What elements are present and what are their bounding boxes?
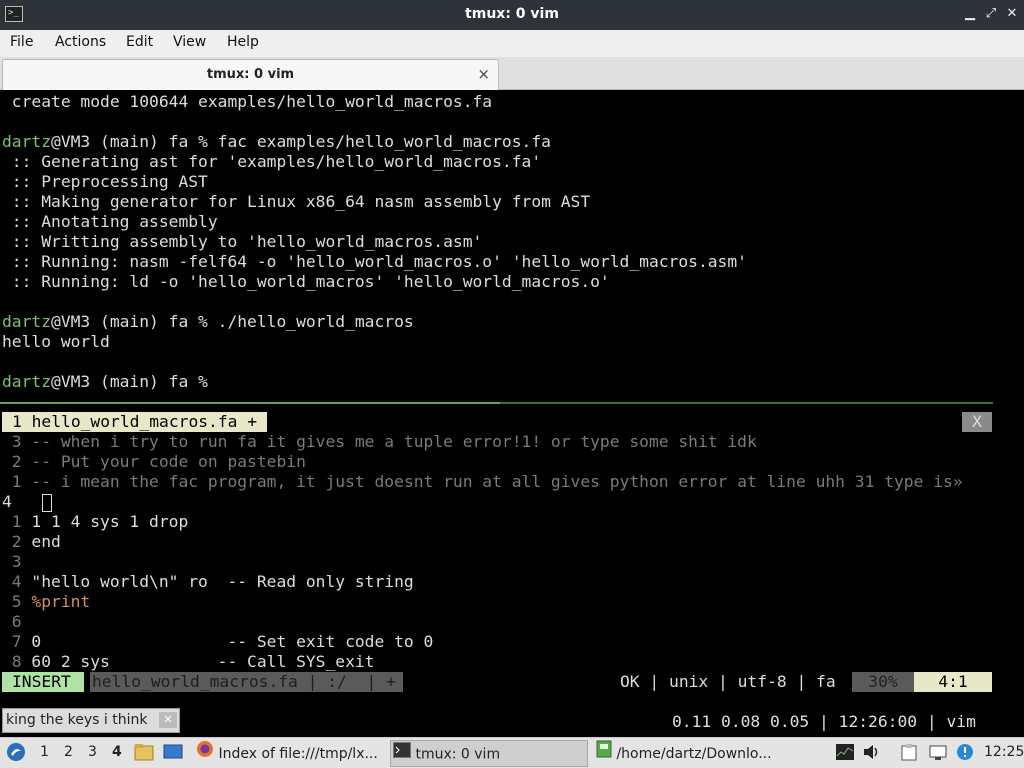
cpu-monitor-icon[interactable] <box>835 743 855 765</box>
maximize-icon[interactable]: ⤢ <box>983 5 999 23</box>
vim-line: 3 <box>2 552 22 571</box>
vim-line: 7 0 -- Set exit code to 0 <box>2 632 434 651</box>
shell-line: dartz@VM3 (main) fa % <box>2 372 208 391</box>
vim-mode-indicator: INSERT <box>2 672 84 692</box>
shell-line: :: Generating ast for 'examples/hello_wo… <box>2 152 542 171</box>
file-manager-icon[interactable] <box>134 743 154 765</box>
tab-close-icon[interactable]: × <box>477 65 490 83</box>
firefox-icon <box>196 740 214 767</box>
vim-line: 6 <box>2 612 22 631</box>
shell-line: :: Making generator for Linux x86_64 nas… <box>2 192 591 211</box>
vim-status-percent: 30% <box>852 672 914 692</box>
shell-line: create mode 100644 examples/hello_world_… <box>2 92 493 111</box>
vim-close-button[interactable]: X <box>962 412 992 432</box>
pane-separator[interactable] <box>0 402 993 404</box>
workspace-3[interactable]: 3 <box>88 744 97 760</box>
vim-line: 1 -- i mean the fac program, it just doe… <box>2 472 963 491</box>
shell-line: hello world <box>2 332 110 351</box>
notification-close-icon[interactable]: ✕ <box>159 712 177 728</box>
tab-tmux[interactable]: tmux: 0 vim × <box>2 59 499 90</box>
vim-line: 4 "hello world\n" ro -- Read only string <box>2 572 414 591</box>
window-titlebar: >_ tmux: 0 vim ▁ ⤢ ✕ <box>0 0 1024 30</box>
task-file-manager[interactable]: /home/dartz/Downlo... <box>594 740 786 767</box>
close-icon[interactable]: ✕ <box>1004 5 1020 23</box>
desktop-icon[interactable] <box>163 743 183 765</box>
terminal-icon <box>393 741 411 766</box>
clipboard-icon[interactable] <box>900 743 918 765</box>
menu-bar: File Actions Edit View Help <box>0 30 1024 57</box>
shell-line: :: Writting assembly to 'hello_world_mac… <box>2 232 483 251</box>
updates-icon[interactable] <box>955 742 975 766</box>
workspace-4[interactable]: 4 <box>112 744 122 760</box>
shell-line: :: Anotating assembly <box>2 212 218 231</box>
workspace-1[interactable]: 1 <box>40 744 49 760</box>
minimize-icon[interactable]: ▁ <box>962 5 978 23</box>
notification-bubble[interactable]: king the keys i think ✕ <box>2 708 180 733</box>
task-label: Index of file:///tmp/lx... <box>218 746 378 762</box>
vim-line: 2 end <box>2 532 61 551</box>
start-menu-icon[interactable] <box>6 742 26 766</box>
task-label: /home/dartz/Downlo... <box>616 746 772 762</box>
vim-status-filename: hello_world_macros.fa | :/ | + <box>90 672 403 692</box>
vim-status-fileinfo: OK | unix | utf-8 | fa <box>620 672 836 691</box>
vim-status-position: 4:1 <box>914 672 992 692</box>
menu-edit[interactable]: Edit <box>126 34 153 50</box>
notification-text: king the keys i think <box>6 712 148 728</box>
shell-line: dartz@VM3 (main) fa % fac examples/hello… <box>2 132 551 151</box>
task-label: tmux: 0 vim <box>415 746 501 763</box>
tab-label: tmux: 0 vim <box>206 67 295 82</box>
task-browser[interactable]: Index of file:///tmp/lx... <box>194 740 384 767</box>
terminal-green-icon <box>596 740 612 767</box>
vim-line: 8 60 2 sys -- Call SYS_exit <box>2 652 375 671</box>
menu-help[interactable]: Help <box>227 34 259 50</box>
menu-view[interactable]: View <box>173 34 206 50</box>
vim-buffer-tab[interactable]: 1 hello_world_macros.fa + <box>2 412 268 432</box>
shell-line: :: Preprocessing AST <box>2 172 208 191</box>
terminal-area[interactable]: create mode 100644 examples/hello_world_… <box>0 90 1024 731</box>
tab-bar: tmux: 0 vim × <box>0 57 1024 90</box>
shell-line: dartz@VM3 (main) fa % ./hello_world_macr… <box>2 312 414 331</box>
vim-statusline: INSERT hello_world_macros.fa | :/ | + OK… <box>0 672 993 692</box>
shell-line: :: Running: nasm -felf64 -o 'hello_world… <box>2 252 747 271</box>
menu-file[interactable]: File <box>10 34 33 50</box>
menu-actions[interactable]: Actions <box>55 34 106 50</box>
text-cursor <box>41 493 52 512</box>
volume-icon[interactable] <box>862 743 882 765</box>
shell-line: :: Running: ld -o 'hello_world_macros' '… <box>2 272 610 291</box>
task-terminal[interactable]: tmux: 0 vim <box>390 740 588 767</box>
workspace-2[interactable]: 2 <box>64 744 73 760</box>
clock[interactable]: 12:25 <box>984 744 1024 760</box>
tmux-status-right: 0.11 0.08 0.05 | 12:26:00 | vim <box>672 712 976 731</box>
vim-line: 3 -- when i try to run fa it gives me a … <box>2 432 757 451</box>
vim-line: 4 <box>2 492 52 512</box>
window-title: tmux: 0 vim <box>465 6 559 22</box>
taskbar: 1 2 3 4 Index of file:///tmp/lx... tmux:… <box>0 737 1024 768</box>
network-icon[interactable] <box>928 743 948 765</box>
vim-line: 1 1 1 4 sys 1 drop <box>2 512 189 531</box>
vim-line: 2 -- Put your code on pastebin <box>2 452 306 471</box>
vim-line: 5 %print <box>2 592 91 611</box>
